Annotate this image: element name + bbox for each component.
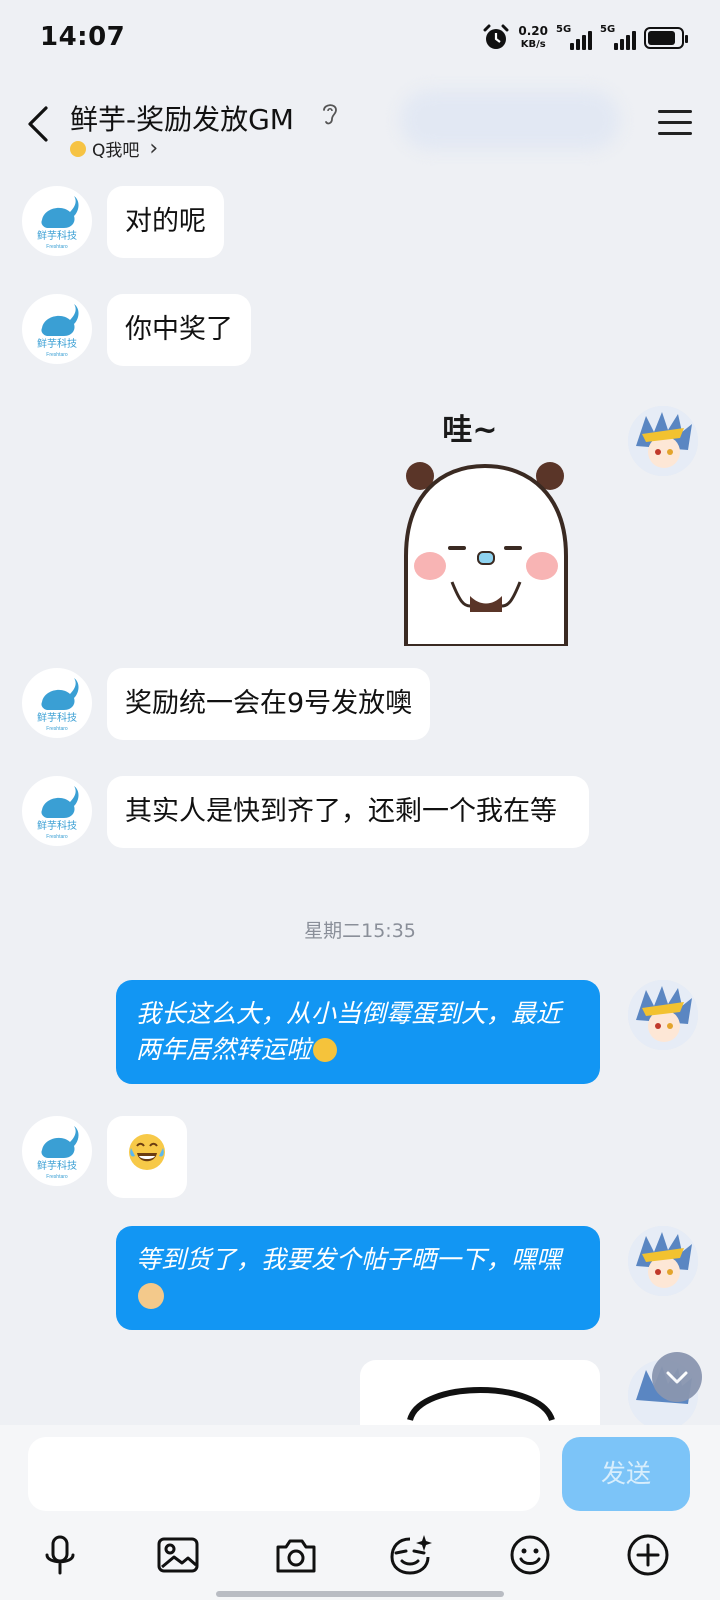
header-blur-decoration [400,90,620,150]
chevron-down-icon [666,1371,688,1384]
svg-text:Freshtaro: Freshtaro [46,1174,68,1180]
sticker-icon[interactable] [386,1531,434,1579]
menu-button[interactable] [658,110,692,138]
bot-avatar[interactable]: 鲜芋科技 Freshtaro [22,1116,92,1186]
camera-icon[interactable] [272,1531,320,1579]
net-speed-unit: KB/s [520,39,546,50]
message-bubble[interactable] [107,1116,187,1198]
signal-label-2: 5G [600,24,616,35]
image-preview [407,1387,555,1422]
message-row: 鲜芋科技 Freshtaro [0,1116,720,1198]
svg-text:鲜芋科技: 鲜芋科技 [37,711,77,724]
battery-icon [644,27,688,49]
subtitle-text: Q我吧 [92,141,140,161]
whale-logo-icon: 鲜芋科技 Freshtaro [37,196,79,250]
message-bubble[interactable]: 其实人是快到齐了，还剩一个我在等 [107,776,589,848]
chat-subtitle[interactable]: Q我吧 › [70,136,158,161]
anime-avatar-icon [628,1226,698,1296]
chat-title[interactable]: 鲜芋-奖励发放GM [70,98,294,138]
emoji-icon[interactable] [506,1531,554,1579]
svg-text:Freshtaro: Freshtaro [46,834,68,840]
message-input[interactable] [28,1437,540,1511]
message-text: 等到货了，我要发个帖子晒一下，嘿嘿 [136,1245,562,1274]
net-speed-value: 0.20 [518,24,548,38]
back-button[interactable] [20,102,60,146]
signal-label: 5G [556,24,572,35]
message-list[interactable]: 鲜芋科技 Freshtaro 对的呢 鲜芋科技 Freshtaro 你中奖了 哇… [0,170,720,1425]
status-icons: 0.20 KB/s 5G 5G [482,24,688,52]
status-emoji-icon [70,140,86,157]
message-bubble[interactable]: 对的呢 [107,186,224,258]
ear-icon[interactable] [320,100,340,128]
message-bubble-outgoing[interactable]: 等到货了，我要发个帖子晒一下，嘿嘿 [116,1226,600,1330]
message-row-partial [0,1360,720,1425]
my-avatar[interactable] [628,980,698,1050]
send-button[interactable]: 发送 [562,1437,690,1511]
chat-header: 鲜芋-奖励发放GM Q我吧 › [0,80,720,170]
composer-toolbar [0,1531,720,1591]
message-text: 我长这么大，从小当倒霉蛋到大，最近两年居然转运啦 [136,999,562,1064]
bot-avatar[interactable]: 鲜芋科技 Freshtaro [22,186,92,256]
svg-text:鲜芋科技: 鲜芋科技 [37,229,77,242]
panda-sticker[interactable]: 哇~ [400,406,590,648]
signal-icon-2: 5G [600,24,636,50]
whale-logo-icon: 鲜芋科技 Freshtaro [37,678,79,732]
my-avatar[interactable] [628,1226,698,1296]
signal-icon: 5G [556,24,592,50]
my-avatar[interactable] [628,406,698,476]
status-time: 14:07 [40,22,126,52]
panda-sticker-image: 哇~ [404,413,568,648]
svg-text:鲜芋科技: 鲜芋科技 [37,1159,77,1172]
message-row: 我长这么大，从小当倒霉蛋到大，最近两年居然转运啦 [0,980,720,1084]
message-bubble[interactable]: 奖励统一会在9号发放噢 [107,668,431,740]
svg-text:鲜芋科技: 鲜芋科技 [37,819,77,832]
bot-avatar[interactable]: 鲜芋科技 Freshtaro [22,294,92,364]
dog-emoji-icon [138,1283,164,1309]
message-row: 等到货了，我要发个帖子晒一下，嘿嘿 [0,1226,720,1330]
laughing-crying-emoji [129,1134,165,1170]
message-row: 鲜芋科技 Freshtaro 对的呢 [0,186,720,266]
alarm-icon [483,24,509,49]
whale-logo-icon: 鲜芋科技 Freshtaro [37,1126,79,1180]
microphone-icon[interactable] [36,1531,84,1579]
chevron-right-icon: › [149,136,159,161]
message-row: 鲜芋科技 Freshtaro 其实人是快到齐了，还剩一个我在等 [0,776,720,892]
message-bubble[interactable]: 你中奖了 [107,294,251,366]
bot-avatar[interactable]: 鲜芋科技 Freshtaro [22,668,92,738]
svg-text:鲜芋科技: 鲜芋科技 [37,337,77,350]
message-bubble-outgoing[interactable]: 我长这么大，从小当倒霉蛋到大，最近两年居然转运啦 [116,980,600,1084]
message-timestamp: 星期二15:35 [304,920,416,942]
anime-avatar-icon [628,980,698,1050]
image-message-partial[interactable] [360,1360,600,1425]
svg-text:Freshtaro: Freshtaro [46,244,68,250]
bot-avatar[interactable]: 鲜芋科技 Freshtaro [22,776,92,846]
message-row: 哇~ [0,406,720,666]
message-row: 鲜芋科技 Freshtaro 你中奖了 [0,294,720,374]
message-row: 鲜芋科技 Freshtaro 奖励统一会在9号发放噢 [0,668,720,748]
home-indicator[interactable] [216,1591,504,1597]
composer: 发送 [0,1425,720,1600]
image-icon[interactable] [154,1531,202,1579]
plus-icon[interactable] [624,1531,672,1579]
whale-logo-icon: 鲜芋科技 Freshtaro [37,786,79,840]
svg-text:哇~: 哇~ [442,413,497,448]
net-speed: 0.20 KB/s [518,25,548,51]
anime-avatar-icon [628,406,698,476]
scroll-to-bottom-button[interactable] [652,1352,702,1402]
svg-text:Freshtaro: Freshtaro [46,352,68,358]
svg-text:Freshtaro: Freshtaro [46,726,68,732]
thinking-emoji-icon [313,1038,338,1062]
status-bar: 14:07 0.20 KB/s 5G 5G [0,0,720,80]
whale-logo-icon: 鲜芋科技 Freshtaro [37,304,79,358]
